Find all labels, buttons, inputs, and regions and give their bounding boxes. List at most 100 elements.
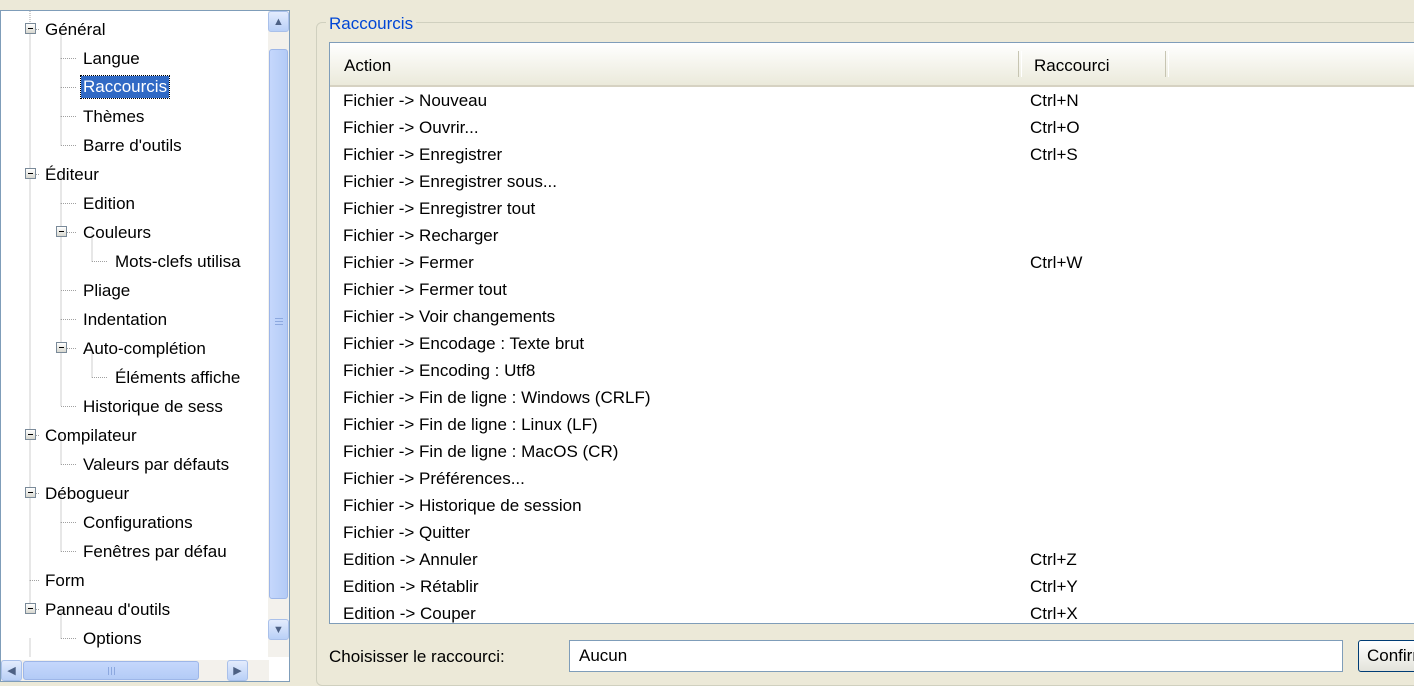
tree-item[interactable]: Fenêtres par défau: [1, 537, 269, 566]
tree-item[interactable]: Indentation: [1, 305, 269, 334]
action-cell: Fichier -> Nouveau: [343, 91, 488, 110]
collapse-icon[interactable]: [25, 23, 36, 34]
collapse-icon[interactable]: [25, 168, 36, 179]
shortcuts-list[interactable]: Action Raccourci Fichier -> Nouveau Ctrl+…: [329, 42, 1414, 624]
shortcut-cell: Ctrl+N: [1030, 91, 1079, 110]
tree-item-label: Thèmes: [83, 107, 145, 126]
tree-item-label: Panneau d'outils: [45, 600, 171, 619]
tree-item[interactable]: Form: [1, 566, 269, 595]
tree-item-label: Général: [45, 20, 106, 39]
table-row[interactable]: Fichier -> Fermer tout: [330, 276, 1414, 303]
table-row[interactable]: Fichier -> Fin de ligne : Windows (CRLF): [330, 384, 1414, 411]
list-rows: Fichier -> Nouveau Ctrl+N Fichier -> Ouvri…: [330, 87, 1414, 623]
tree-item-label: Valeurs par défauts: [83, 455, 230, 474]
column-header-shortcut[interactable]: Raccourci: [1020, 43, 1166, 85]
action-cell: Fichier -> Enregistrer sous...: [343, 172, 557, 191]
tree-item[interactable]: Edition: [1, 189, 269, 218]
shortcut-cell: Ctrl+Y: [1030, 577, 1078, 596]
scroll-up-button[interactable]: ▲: [268, 11, 289, 32]
table-row[interactable]: Fichier -> Fermer Ctrl+W: [330, 249, 1414, 276]
collapse-icon[interactable]: [25, 487, 36, 498]
table-row[interactable]: Edition -> Rétablir Ctrl+Y: [330, 573, 1414, 600]
tree-item-label: Indentation: [83, 310, 168, 329]
tree-item[interactable]: Mots-clefs utilisa: [1, 247, 269, 276]
table-row[interactable]: Fichier -> Enregistrer sous...: [330, 168, 1414, 195]
table-row[interactable]: Fichier -> Encodage : Texte brut: [330, 330, 1414, 357]
table-row[interactable]: Fichier -> Voir changements: [330, 303, 1414, 330]
tree-item-label: Débogueur: [45, 484, 130, 503]
table-row[interactable]: Fichier -> Quitter: [330, 519, 1414, 546]
tree-item[interactable]: Panneau d'outils: [1, 595, 269, 624]
tree-item[interactable]: Options: [1, 624, 269, 653]
shortcut-input[interactable]: [569, 640, 1343, 672]
tree-item-label: Form: [45, 571, 85, 590]
action-cell: Edition -> Annuler: [343, 550, 478, 569]
tree-item[interactable]: Compilateur: [1, 421, 269, 450]
shortcut-cell: Ctrl+S: [1030, 145, 1078, 164]
action-cell: Fichier -> Voir changements: [343, 307, 556, 326]
table-row[interactable]: Edition -> Annuler Ctrl+Z: [330, 546, 1414, 573]
action-cell: Fichier -> Fin de ligne : MacOS (CR): [343, 442, 619, 461]
right-arrow-icon: ▶: [233, 665, 242, 677]
collapse-icon[interactable]: [56, 226, 67, 237]
tree-item[interactable]: Configurations: [1, 508, 269, 537]
collapse-icon[interactable]: [56, 342, 67, 353]
down-arrow-icon: ▼: [273, 623, 284, 636]
tree-item[interactable]: Raccourcis: [1, 73, 269, 102]
collapse-icon[interactable]: [25, 603, 36, 614]
table-row[interactable]: Edition -> Couper Ctrl+X: [330, 600, 1414, 623]
table-row[interactable]: Fichier -> Recharger: [330, 222, 1414, 249]
tree-item[interactable]: Barre d'outils: [1, 131, 269, 160]
action-cell: Fichier -> Fermer: [343, 253, 474, 272]
tree-item[interactable]: Général: [1, 15, 269, 44]
table-row[interactable]: Fichier -> Enregistrer Ctrl+S: [330, 141, 1414, 168]
tree-item[interactable]: Valeurs par défauts: [1, 450, 269, 479]
tree-item-label: Mots-clefs utilisa: [115, 252, 241, 271]
tree-item[interactable]: Historique de sess: [1, 392, 269, 421]
tree-item[interactable]: Éléments affiche: [1, 363, 269, 392]
tree-item-label: Historique de sess: [83, 397, 223, 416]
scroll-right-button[interactable]: ▶: [227, 660, 248, 681]
table-row[interactable]: Fichier -> Encoding : Utf8: [330, 357, 1414, 384]
tree-vertical-scrollbar[interactable]: ▲ ▼: [268, 11, 289, 657]
tree-item[interactable]: Débogueur: [1, 479, 269, 508]
tree-item-label: Éditeur: [45, 165, 99, 184]
tree-item[interactable]: Auto-complétion: [1, 334, 269, 363]
action-cell: Fichier -> Fermer tout: [343, 280, 507, 299]
tree-item[interactable]: Thèmes: [1, 102, 269, 131]
vertical-scroll-thumb[interactable]: [269, 49, 288, 599]
tree-item[interactable]: Éditeur: [1, 160, 269, 189]
table-row[interactable]: Fichier -> Nouveau Ctrl+N: [330, 87, 1414, 114]
collapse-icon[interactable]: [25, 429, 36, 440]
tree-item[interactable]: Langue: [1, 44, 269, 73]
scroll-down-button[interactable]: ▼: [268, 619, 289, 640]
confirm-button[interactable]: Confirmer: [1358, 640, 1414, 672]
tree-item-label: Raccourcis: [79, 75, 171, 99]
action-cell: Fichier -> Fin de ligne : Linux (LF): [343, 415, 598, 434]
table-row[interactable]: Fichier -> Fin de ligne : MacOS (CR): [330, 438, 1414, 465]
action-cell: Fichier -> Historique de session: [343, 496, 582, 515]
scroll-left-button[interactable]: ◀: [1, 660, 22, 681]
table-row[interactable]: Fichier -> Fin de ligne : Linux (LF): [330, 411, 1414, 438]
action-cell: Fichier -> Enregistrer tout: [343, 199, 536, 218]
column-header-action[interactable]: Action: [330, 43, 1020, 85]
tree-item[interactable]: Pliage: [1, 276, 269, 305]
tree-item[interactable]: Couleurs: [1, 218, 269, 247]
table-row[interactable]: Fichier -> Enregistrer tout: [330, 195, 1414, 222]
action-cell: Fichier -> Quitter: [343, 523, 471, 542]
options-tree: Général Langue Raccourcis Thèmes Barre d'out…: [0, 10, 290, 682]
action-cell: Fichier -> Fin de ligne : Windows (CRLF): [343, 388, 651, 407]
action-cell: Edition -> Rétablir: [343, 577, 479, 596]
group-title: Raccourcis: [326, 13, 417, 35]
action-cell: Fichier -> Préférences...: [343, 469, 525, 488]
choose-shortcut-label: Choisisser le raccourci:: [329, 647, 505, 666]
horizontal-scroll-thumb[interactable]: [23, 661, 199, 680]
shortcut-cell: Ctrl+W: [1030, 253, 1083, 272]
tree-horizontal-scrollbar[interactable]: ◀ ▶: [1, 660, 269, 681]
tree-item-label: Fenêtres par défau: [83, 542, 227, 561]
table-row[interactable]: Fichier -> Historique de session: [330, 492, 1414, 519]
tree-item-label: Configurations: [83, 513, 193, 532]
table-row[interactable]: Fichier -> Préférences...: [330, 465, 1414, 492]
action-cell: Fichier -> Enregistrer: [343, 145, 503, 164]
table-row[interactable]: Fichier -> Ouvrir... Ctrl+O: [330, 114, 1414, 141]
